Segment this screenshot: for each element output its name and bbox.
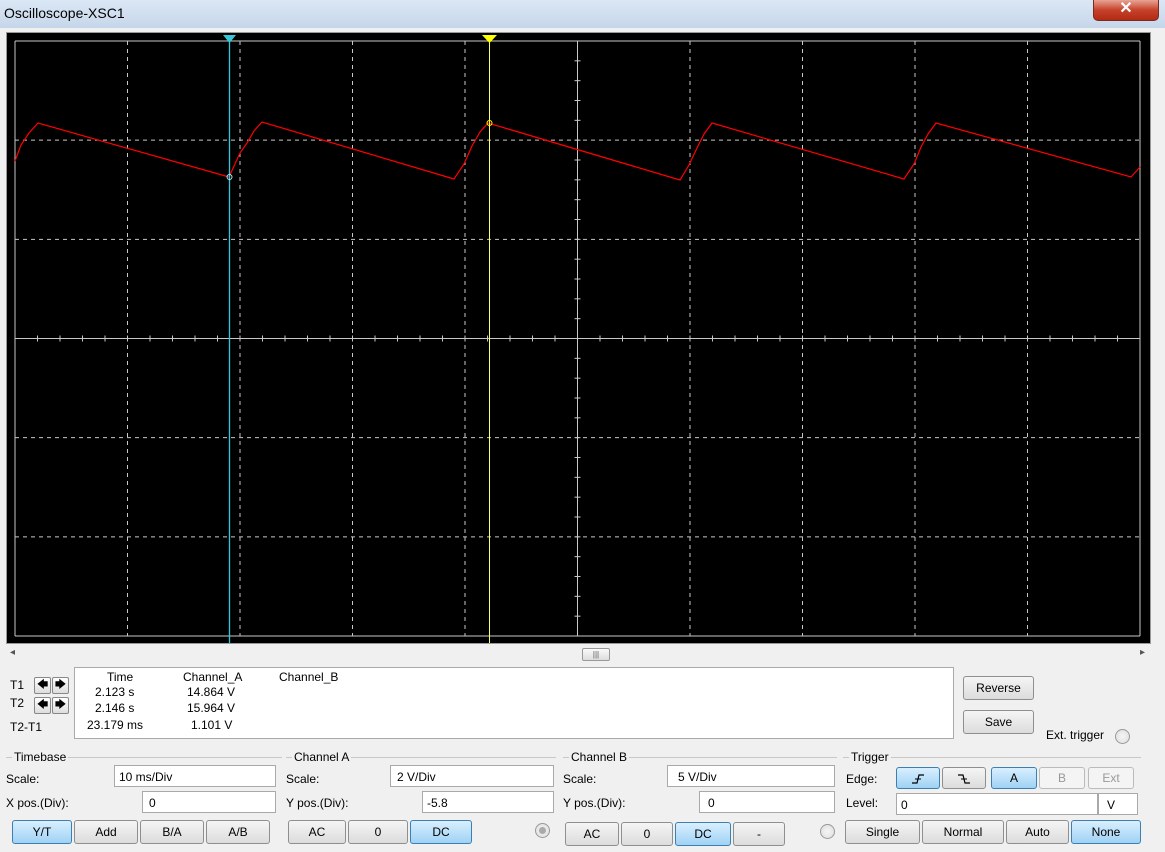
t2-label: T2 [10,696,25,710]
horizontal-scrollbar[interactable]: ◂ ||| ▸ [6,646,1149,662]
channel-b-dc-button[interactable]: DC [675,822,731,846]
channel-b-zero-button[interactable]: 0 [621,822,673,846]
trigger-source-a-button[interactable]: A [991,767,1037,789]
row-diff-time: 23.179 ms [87,718,144,732]
trigger-group: Trigger Edge: A B Ext Level: 0 V Single … [843,750,1141,848]
t1-right-button[interactable]: 🡆 [52,677,69,694]
channel-a-scale-label: Scale: [286,772,320,786]
falling-edge-icon [958,774,970,784]
t2-left-button[interactable]: 🡄 [34,697,51,714]
t1-left-button[interactable]: 🡄 [34,677,51,694]
arrow-left-icon: 🡄 [36,699,49,711]
trigger-normal-button[interactable]: Normal [922,820,1004,844]
mode-ba-button[interactable]: B/A [140,820,204,844]
channel-a-scale-field[interactable]: 2 V/Div [390,765,554,787]
cursor-controls: T1 🡄 🡆 T2 🡄 🡆 T2-T1 [6,667,74,737]
trigger-edge-label: Edge: [846,772,878,786]
channel-b-group: Channel B Scale: 5 V/Div Y pos.(Div): 0 … [563,750,837,848]
channel-b-ypos-field[interactable]: 0 [699,791,835,813]
t2-t1-label: T2-T1 [10,720,43,734]
trigger-single-button[interactable]: Single [845,820,920,844]
trigger-title: Trigger [849,750,891,764]
trigger-level-field[interactable]: 0 [896,793,1098,815]
close-icon[interactable]: ✕ [1119,0,1132,17]
channel-b-scale-field[interactable]: 5 V/Div [667,765,835,787]
channel-a-title: Channel A [292,750,352,764]
channel-b-scale-label: Scale: [563,772,597,786]
row-t1-time: 2.123 s [95,685,135,699]
header-time: Time [107,670,134,684]
timebase-group: Timebase Scale: 10 ms/Div X pos.(Div): 0… [6,750,282,848]
channel-a-radio[interactable] [535,823,550,838]
mode-add-button[interactable]: Add [74,820,138,844]
channel-a-ypos-label: Y pos.(Div): [286,796,349,810]
scope-screen[interactable] [6,32,1151,644]
row-t1-channel-a: 14.864 V [187,685,236,699]
arrow-right-icon: 🡆 [54,699,67,711]
timebase-title: Timebase [12,750,69,764]
ext-trigger-label: Ext. trigger [1046,728,1105,742]
t1-label: T1 [10,678,25,692]
scroll-left-icon[interactable]: ◂ [10,647,15,658]
scroll-thumb[interactable]: ||| [582,648,610,661]
title-bar: Oscilloscope-XSC1 ✕ [0,0,1165,28]
close-button[interactable]: ✕ [1093,0,1159,21]
trigger-level-unit[interactable]: V [1098,793,1138,815]
row-t2-channel-a: 15.964 V [187,701,236,715]
rising-edge-button[interactable] [896,767,940,789]
t2-right-button[interactable]: 🡆 [52,697,69,714]
channel-b-title: Channel B [569,750,630,764]
measurement-readout: Time Channel_A Channel_B 2.123 s 14.864 … [74,667,954,739]
trigger-level-label: Level: [846,796,879,810]
timebase-xpos-field[interactable]: 0 [142,791,276,813]
oscilloscope-window: Oscilloscope-XSC1 ✕ ◂ ||| ▸ T1 🡄 🡆 T2 🡄 … [0,0,1165,852]
header-channel-a: Channel_A [183,670,243,684]
window-title: Oscilloscope-XSC1 [4,5,125,21]
scope-grid [14,40,1141,637]
trigger-none-button[interactable]: None [1071,820,1141,844]
channel-b-ac-button[interactable]: AC [565,822,619,846]
timebase-xpos-label: X pos.(Div): [6,796,69,810]
ext-trigger-radio[interactable] [1115,729,1130,744]
channel-b-minus-button[interactable]: - [733,822,785,846]
timebase-scale-field[interactable]: 10 ms/Div [114,765,276,787]
scroll-right-icon[interactable]: ▸ [1140,647,1145,658]
falling-edge-button[interactable] [942,767,986,789]
channel-a-zero-button[interactable]: 0 [348,820,408,844]
arrow-right-icon: 🡆 [54,679,67,691]
channel-a-dc-button[interactable]: DC [410,820,472,844]
row-diff-channel-a: 1.101 V [191,718,233,732]
rising-edge-icon [912,774,924,784]
trigger-source-ext-button[interactable]: Ext [1088,767,1134,789]
mode-yt-button[interactable]: Y/T [12,820,72,844]
cursor-2-handle [482,35,497,43]
arrow-left-icon: 🡄 [36,679,49,691]
channel-a-ac-button[interactable]: AC [288,820,346,844]
trigger-source-b-button[interactable]: B [1039,767,1085,789]
channel-b-radio[interactable] [820,824,835,839]
mode-ab-button[interactable]: A/B [206,820,270,844]
header-channel-b: Channel_B [279,670,339,684]
channel-b-ypos-label: Y pos.(Div): [563,796,626,810]
channel-a-ypos-field[interactable]: -5.8 [422,791,554,813]
row-t2-time: 2.146 s [95,701,135,715]
reverse-button[interactable]: Reverse [963,676,1034,700]
trigger-auto-button[interactable]: Auto [1006,820,1069,844]
save-button[interactable]: Save [963,710,1034,734]
timebase-scale-label: Scale: [6,772,40,786]
scope-plot [14,35,1141,643]
channel-a-group: Channel A Scale: 2 V/Div Y pos.(Div): -5… [286,750,556,848]
cursor-1-handle [223,35,236,43]
